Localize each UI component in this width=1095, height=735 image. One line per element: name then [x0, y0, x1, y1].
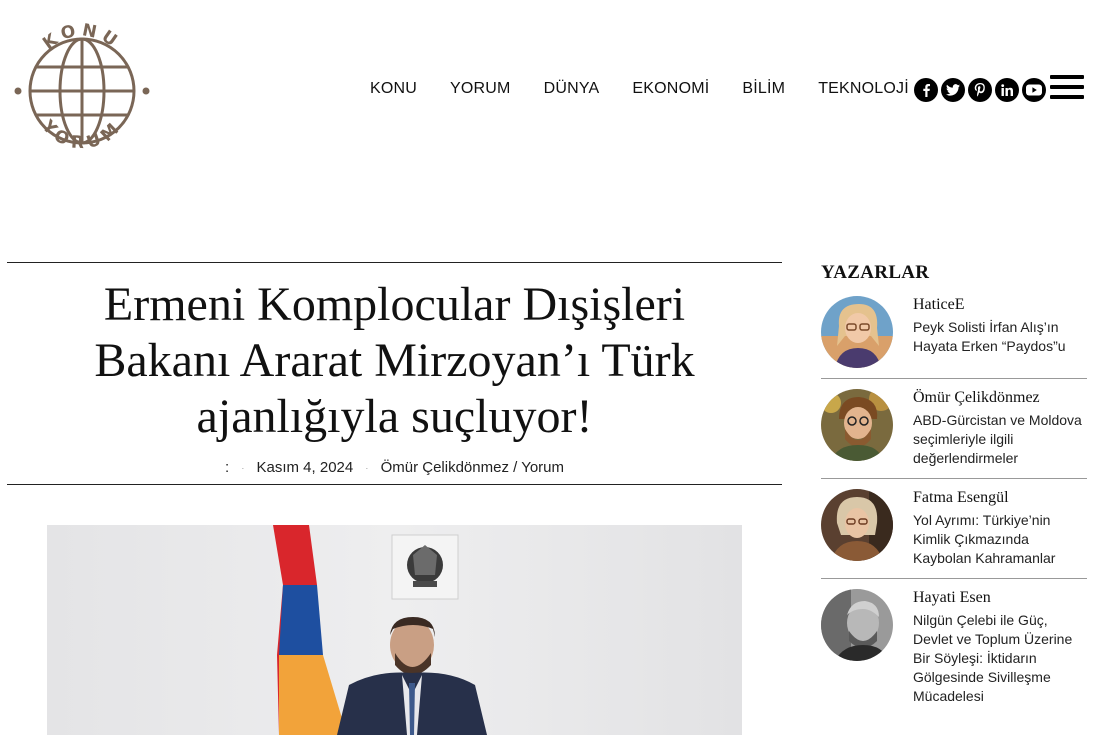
nav-item-teknoloji[interactable]: TEKNOLOJİ — [818, 80, 909, 98]
twitter-icon[interactable] — [941, 78, 965, 102]
youtube-icon[interactable] — [1022, 78, 1046, 102]
article-title: Ermeni Komplocular Dışişleri Bakanı Arar… — [94, 278, 695, 443]
hamburger-menu-icon[interactable] — [1050, 75, 1084, 105]
article-author-link[interactable]: Ömür Çelikdönmez — [381, 459, 509, 476]
author-item[interactable]: HaticeE Peyk Solisti İrfan Alış’ın Hayat… — [821, 296, 1087, 378]
site-logo[interactable]: KONU YORUM — [14, 20, 150, 166]
main-nav: KONU YORUM DÜNYA EKONOMİ BİLİM TEKNOLOJİ — [370, 80, 909, 98]
author-name[interactable]: Hayati Esen — [913, 589, 1087, 607]
author-post-link[interactable]: Nilgün Çelebi ile Güç, Devlet ve Toplum … — [913, 611, 1087, 706]
article-hero-image — [47, 525, 742, 735]
author-item[interactable]: Fatma Esengül Yol Ayrımı: Türkiye’nin Ki… — [821, 489, 1087, 578]
meta-category-sep: / — [513, 459, 518, 476]
author-name[interactable]: HaticeE — [913, 296, 1087, 314]
meta-prefix: : — [224, 459, 230, 476]
author-item[interactable]: Ömür Çelikdönmez ABD-Gürcistan ve Moldov… — [821, 389, 1087, 478]
author-name[interactable]: Fatma Esengül — [913, 489, 1087, 507]
author-item[interactable]: Hayati Esen Nilgün Çelebi ile Güç, Devle… — [821, 589, 1087, 716]
nav-item-yorum[interactable]: YORUM — [450, 80, 511, 98]
facebook-icon[interactable] — [914, 78, 938, 102]
author-name[interactable]: Ömür Çelikdönmez — [913, 389, 1087, 407]
divider — [821, 578, 1087, 579]
author-post-link[interactable]: Peyk Solisti İrfan Alış’ın Hayata Erken … — [913, 318, 1087, 356]
divider — [821, 478, 1087, 479]
nav-item-dunya[interactable]: DÜNYA — [544, 80, 600, 98]
social-links — [914, 78, 1049, 102]
article-header: Ermeni Komplocular Dışişleri Bakanı Arar… — [7, 262, 782, 485]
linkedin-icon[interactable] — [995, 78, 1019, 102]
author-avatar[interactable] — [821, 489, 893, 561]
author-avatar[interactable] — [821, 296, 893, 368]
divider — [7, 484, 782, 485]
article-category-link[interactable]: Yorum — [521, 459, 564, 476]
author-avatar[interactable] — [821, 589, 893, 661]
nav-item-bilim[interactable]: BİLİM — [742, 80, 785, 98]
nav-item-ekonomi[interactable]: EKONOMİ — [632, 80, 709, 98]
author-post-link[interactable]: Yol Ayrımı: Türkiye’nin Kimlik Çıkmazınd… — [913, 511, 1087, 568]
article-date: Kasım 4, 2024 — [256, 459, 354, 476]
pinterest-icon[interactable] — [968, 78, 992, 102]
article-meta: : · Kasım 4, 2024 · Ömür Çelikdönmez / Y… — [224, 459, 565, 476]
authors-sidebar: YAZARLAR HaticeE Peyk Solisti İrfan Alış… — [821, 262, 1087, 716]
nav-item-konu[interactable]: KONU — [370, 80, 417, 98]
sidebar-title: YAZARLAR — [821, 262, 930, 283]
author-avatar[interactable] — [821, 389, 893, 461]
author-post-link[interactable]: ABD-Gürcistan ve Moldova seçimleriyle il… — [913, 411, 1087, 468]
divider — [821, 378, 1087, 379]
